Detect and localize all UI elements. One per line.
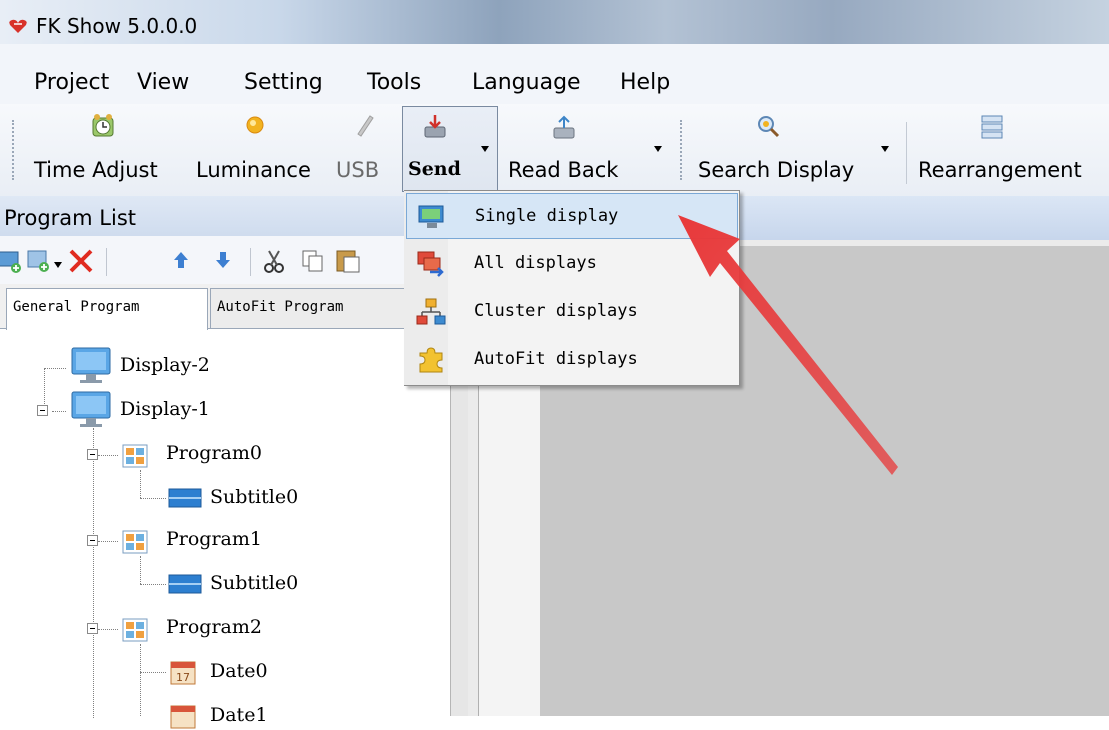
expander-program1[interactable] — [87, 535, 98, 546]
toolbar-separator — [906, 122, 907, 184]
tree-label: Program0 — [166, 442, 262, 464]
window-title: FK Show 5.0.0.0 — [36, 14, 198, 38]
tree-line — [98, 629, 118, 630]
menu-setting[interactable]: Setting — [244, 70, 323, 95]
tree-line — [44, 368, 66, 369]
program-icon — [122, 530, 148, 554]
copy-icon[interactable] — [300, 248, 326, 274]
app-logo-icon — [9, 19, 27, 33]
annotation-arrow-icon — [678, 215, 898, 475]
tree-line — [140, 644, 141, 716]
subtitle-icon — [168, 574, 202, 594]
program-icon — [122, 618, 148, 642]
send-dropdown-arrow-icon[interactable] — [481, 146, 489, 152]
delete-icon[interactable] — [66, 246, 96, 276]
tree-line — [140, 584, 166, 585]
add-display-icon[interactable] — [0, 248, 22, 274]
program-icon — [122, 444, 148, 468]
tree-label: Program1 — [166, 528, 262, 550]
time-adjust-label: Time Adjust — [34, 158, 158, 182]
cut-icon[interactable] — [262, 248, 286, 274]
tree-line — [98, 541, 118, 542]
menu-project[interactable]: Project — [34, 70, 109, 95]
all-displays-icon — [417, 251, 444, 277]
tree-line — [93, 428, 94, 718]
menu-language[interactable]: Language — [472, 70, 581, 95]
tree-line — [140, 556, 141, 584]
tree-label: Display-1 — [120, 398, 210, 420]
rearrangement-label: Rearrangement — [918, 158, 1082, 182]
tree-label: Display-2 — [120, 354, 210, 376]
read-back-label: Read Back — [508, 158, 619, 182]
toolbar-grip-2[interactable] — [680, 120, 684, 180]
tree-label: Program2 — [166, 616, 262, 638]
read-back-icon — [553, 115, 575, 139]
subtitle-icon — [168, 488, 202, 508]
tab-general-program[interactable]: General Program — [6, 288, 208, 330]
move-up-icon[interactable] — [172, 250, 190, 270]
move-down-icon[interactable] — [214, 250, 232, 270]
tree-line — [140, 498, 166, 499]
menu-item-label: Cluster displays — [474, 301, 638, 321]
paste-icon[interactable] — [334, 246, 362, 274]
title-bar: FK Show 5.0.0.0 — [0, 0, 1109, 44]
cluster-displays-icon — [416, 298, 446, 325]
calendar-icon — [170, 705, 196, 729]
search-display-dropdown-arrow-icon[interactable] — [881, 146, 889, 152]
program-list-toolbar — [0, 236, 468, 284]
menu-help[interactable]: Help — [620, 70, 670, 95]
puzzle-icon — [419, 347, 443, 373]
add-program-dropdown-arrow-icon[interactable] — [54, 262, 62, 268]
menu-item-label: AutoFit displays — [474, 349, 638, 369]
menu-view[interactable]: View — [137, 70, 189, 95]
expander-program0[interactable] — [87, 449, 98, 460]
tree-label: Date0 — [210, 660, 268, 682]
tree-line — [140, 672, 166, 673]
send-label: Send — [408, 158, 461, 180]
tree-label: Subtitle0 — [210, 486, 299, 508]
tree-label: Date1 — [210, 704, 268, 726]
tree-line — [98, 455, 118, 456]
menu-tools[interactable]: Tools — [367, 70, 421, 95]
menu-item-label: All displays — [474, 253, 597, 273]
svg-text:17: 17 — [176, 671, 190, 684]
search-display-label: Search Display — [698, 158, 855, 182]
tab-autofit-program[interactable]: AutoFit Program — [210, 288, 406, 328]
expander-display1[interactable] — [37, 405, 48, 416]
tree-label: Subtitle0 — [210, 572, 299, 594]
tree-line — [52, 411, 66, 412]
single-display-icon — [418, 205, 444, 228]
program-list-title: Program List — [4, 206, 136, 230]
toolbar-grip[interactable] — [12, 120, 16, 180]
calendar-icon: 17 — [170, 661, 196, 685]
send-icon — [424, 115, 446, 138]
magnifier-icon — [758, 116, 780, 138]
monitor-icon — [71, 391, 111, 427]
expander-program2[interactable] — [87, 623, 98, 634]
rearrangement-icon — [981, 115, 1003, 139]
read-back-dropdown-arrow-icon[interactable] — [654, 146, 662, 152]
sun-icon — [246, 116, 264, 134]
tree-line — [140, 470, 141, 498]
usb-label: USB — [336, 158, 380, 182]
luminance-label: Luminance — [196, 158, 311, 182]
add-program-icon[interactable] — [26, 248, 52, 274]
menu-item-label: Single display — [475, 206, 619, 226]
monitor-icon — [71, 347, 111, 383]
separator — [106, 248, 107, 276]
separator — [250, 248, 251, 276]
clock-icon — [92, 114, 114, 137]
usb-icon — [357, 115, 374, 137]
